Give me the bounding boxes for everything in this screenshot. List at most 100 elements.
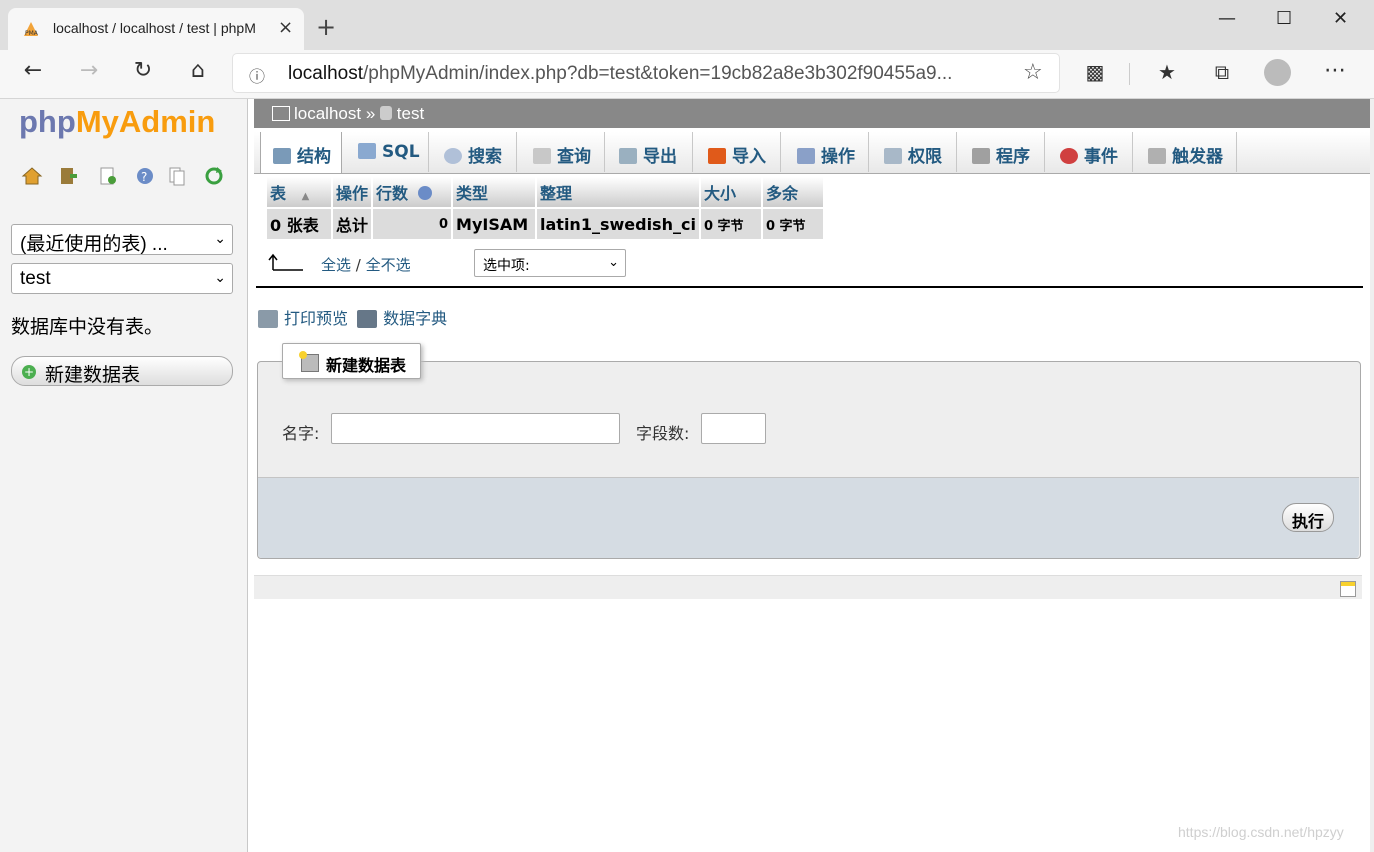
print-view-link[interactable]: 打印预览 <box>284 309 348 328</box>
no-tables-message: 数据库中没有表。 <box>11 316 164 338</box>
sql-icon <box>358 143 376 159</box>
breadcrumb-database[interactable]: test <box>397 104 424 123</box>
info-icon[interactable]: ⓘ <box>249 63 265 87</box>
header-size[interactable]: 大小 <box>700 177 761 207</box>
tab-events[interactable]: 事件 <box>1045 132 1133 172</box>
tab-import[interactable]: 导入 <box>693 132 781 172</box>
forward-arrow-icon[interactable]: → <box>74 58 104 83</box>
select-all-links: 全选 / 全不选 <box>321 254 411 275</box>
plus-icon: + <box>22 365 36 379</box>
maximize-button[interactable]: ☐ <box>1276 8 1292 29</box>
profile-avatar-icon[interactable] <box>1264 59 1291 86</box>
privileges-icon <box>884 148 902 164</box>
address-bar[interactable]: ⓘ localhost/phpMyAdmin/index.php?db=test… <box>233 54 1059 92</box>
header-rows[interactable]: 行数 <box>373 177 452 207</box>
summary-rows: 0 <box>373 209 452 239</box>
create-table-footer <box>258 477 1359 558</box>
table-name-input[interactable] <box>331 413 620 444</box>
header-table[interactable]: 表 ▲ <box>267 177 331 207</box>
header-overhead[interactable]: 多余 <box>762 177 823 207</box>
check-all-link[interactable]: 全选 <box>321 256 351 274</box>
with-selected-select[interactable]: 选中项: ⌄ <box>474 249 626 277</box>
back-arrow-icon[interactable]: ← <box>18 58 48 83</box>
database-icon <box>380 106 393 120</box>
header-collation[interactable]: 整理 <box>537 177 699 207</box>
summary-overhead: 0 字节 <box>762 209 823 239</box>
arrow-up-icon <box>268 253 303 271</box>
phpmyadmin-logo[interactable]: phpMyAdmin <box>19 104 215 140</box>
summary-type: MyISAM <box>453 209 536 239</box>
reload-icon[interactable] <box>203 165 225 187</box>
summary-tables: 0 张表 <box>267 209 331 239</box>
extension-icon[interactable]: ▩ <box>1080 60 1110 84</box>
summary-size: 0 字节 <box>700 209 761 239</box>
export-icon <box>619 148 637 164</box>
new-table-button[interactable]: + 新建数据表 <box>11 356 233 386</box>
new-tab-button[interactable]: + <box>316 13 336 41</box>
columns-count-input[interactable] <box>701 413 766 444</box>
import-icon <box>708 148 726 164</box>
close-tab-icon[interactable]: × <box>278 17 293 38</box>
tab-triggers[interactable]: 触发器 <box>1133 132 1237 172</box>
recent-tables-select[interactable]: (最近使用的表) ... ⌄ <box>11 224 233 255</box>
server-icon <box>272 106 290 121</box>
minimize-button[interactable]: — <box>1218 8 1236 29</box>
structure-icon <box>273 148 291 164</box>
help-icon[interactable]: ? <box>134 165 156 187</box>
chevron-down-icon: ⌄ <box>608 255 619 270</box>
close-window-button[interactable]: ✕ <box>1333 8 1348 29</box>
select-separator: / <box>355 256 361 274</box>
browser-tab[interactable]: PMA localhost / localhost / test | phpM … <box>8 8 304 50</box>
tab-routines[interactable]: 程序 <box>957 132 1045 172</box>
logout-icon[interactable] <box>57 165 79 187</box>
svg-text:?: ? <box>141 170 147 184</box>
print-links: 打印预览 数据字典 <box>258 305 447 329</box>
tab-structure[interactable]: 结构 <box>260 132 342 173</box>
triggers-icon <box>1148 148 1166 164</box>
uncheck-all-link[interactable]: 全不选 <box>366 256 411 274</box>
home-icon[interactable]: ⌂ <box>183 58 213 83</box>
wrench-icon <box>797 148 815 164</box>
breadcrumb-server[interactable]: localhost <box>294 104 361 123</box>
svg-text:PMA: PMA <box>25 30 39 37</box>
tab-export[interactable]: 导出 <box>605 132 693 172</box>
toolbar-divider <box>1129 63 1130 85</box>
more-menu-icon[interactable]: ⋯ <box>1320 58 1350 83</box>
tab-query[interactable]: 查询 <box>517 132 605 172</box>
database-select[interactable]: test ⌄ <box>11 263 233 294</box>
tab-title: localhost / localhost / test | phpM <box>53 20 256 36</box>
console-toggle-icon[interactable] <box>1340 581 1356 597</box>
header-action: 操作 <box>333 177 372 207</box>
refresh-icon[interactable]: ↻ <box>128 58 158 83</box>
query-window-icon[interactable] <box>97 165 119 187</box>
docs-icon[interactable] <box>166 165 188 187</box>
tables-list: 表 ▲ 操作 行数 类型 整理 大小 多余 0 张表 总计 0 MyISAM l… <box>265 175 825 241</box>
table-summary-row: 0 张表 总计 0 MyISAM latin1_swedish_ci 0 字节 … <box>267 209 823 239</box>
tab-sql[interactable]: SQL <box>342 132 429 172</box>
tab-privileges[interactable]: 权限 <box>869 132 957 172</box>
go-button[interactable]: 执行 <box>1282 503 1334 532</box>
routines-icon <box>972 148 990 164</box>
create-table-legend: 新建数据表 <box>282 343 421 379</box>
favorites-icon[interactable]: ★ <box>1152 60 1182 84</box>
table-header-row: 表 ▲ 操作 行数 类型 整理 大小 多余 <box>267 177 823 207</box>
summary-total: 总计 <box>333 209 372 239</box>
columns-count-label: 字段数: <box>636 424 690 443</box>
home-icon[interactable] <box>21 165 43 187</box>
tab-operations[interactable]: 操作 <box>781 132 869 172</box>
chevron-down-icon: ⌄ <box>214 269 226 285</box>
scrollbar[interactable] <box>1370 99 1374 852</box>
console-bar <box>254 575 1362 599</box>
help-icon[interactable] <box>417 186 432 200</box>
menu-tabs: 结构 SQL 搜索 查询 导出 导入 操作 权限 程序 事件 触发器 <box>254 132 1370 174</box>
breadcrumb-separator: » <box>365 104 376 123</box>
divider <box>256 286 1363 288</box>
navigation-sidebar <box>0 99 248 852</box>
favorite-star-icon[interactable]: ☆ <box>1023 60 1043 85</box>
header-type[interactable]: 类型 <box>453 177 536 207</box>
data-dictionary-link[interactable]: 数据字典 <box>383 309 447 328</box>
url-text[interactable]: localhost/phpMyAdmin/index.php?db=test&t… <box>288 63 1004 85</box>
collections-icon[interactable]: ⧉ <box>1207 60 1237 84</box>
tab-search[interactable]: 搜索 <box>429 132 517 172</box>
sort-asc-icon: ▲ <box>301 191 310 202</box>
